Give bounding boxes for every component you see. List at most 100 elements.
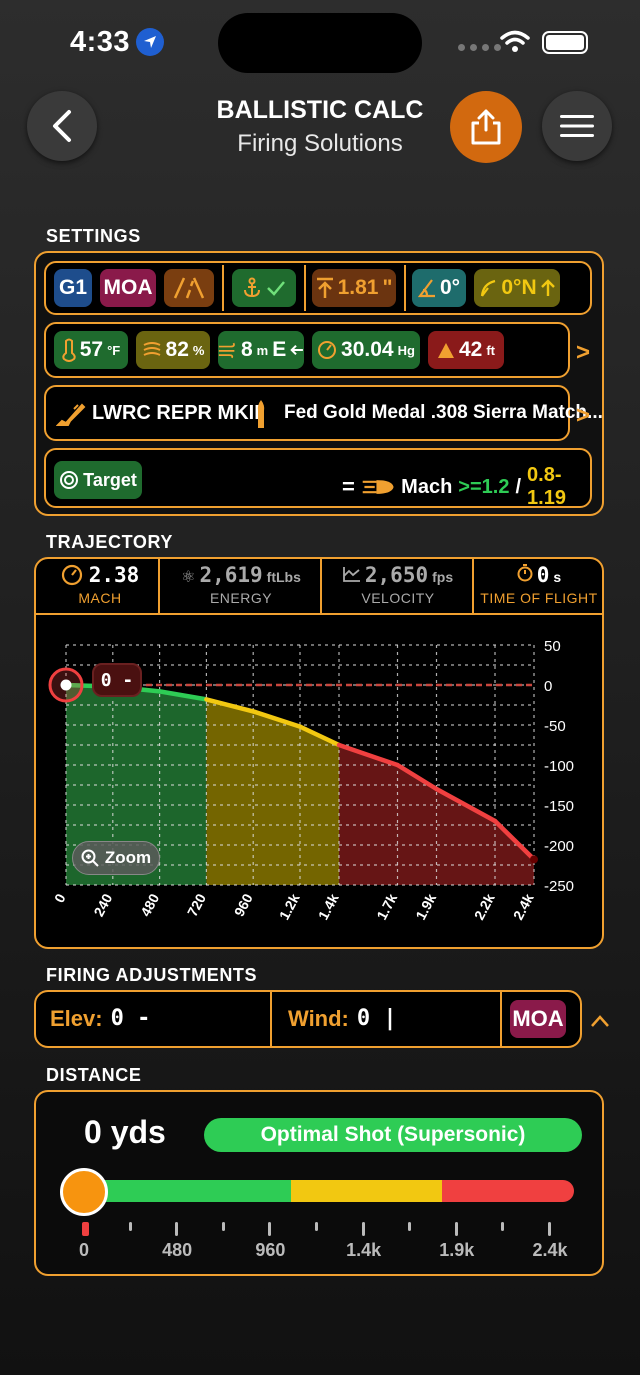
chevron-left-icon [53,110,71,142]
zero-marker-label: 0 - [92,663,142,697]
distance-label: DISTANCE [46,1065,142,1085]
speedometer-icon [61,564,82,586]
distance-slider-track[interactable] [86,1180,574,1202]
wifi-icon [500,30,530,59]
altitude-chip[interactable]: 42 ft [428,331,504,369]
humidity-unit: % [192,342,205,358]
y-tick-label: -100 [544,758,574,775]
settings-row-target: Target = Mach >=1.2 / 0.8-1.19 [44,448,592,509]
menu-button[interactable] [542,91,612,161]
x-tick-label: 1.4k [315,891,342,923]
shot-status-label: Optimal Shot (Supersonic) [260,1123,526,1146]
direction-chip[interactable]: 0°N [474,269,560,307]
distance-tick [128,1222,132,1231]
target-label: Target [83,469,137,490]
humidity-icon [143,342,160,356]
temperature-value: 57 [79,338,104,361]
mountain-icon [437,343,454,358]
distance-tick [408,1222,412,1231]
mach-separator: / [515,475,522,498]
x-tick-label: 2.2k [471,891,498,923]
elevation-field[interactable]: Elev: 0 - [50,1006,150,1032]
checkmark-icon [267,281,285,296]
y-tick-label: 0 [544,678,552,695]
chevron-right-icon[interactable]: > [576,402,590,430]
humidity-chip[interactable]: 82% [136,331,210,369]
unit-value: MOA [103,276,153,299]
wind-icon [218,342,235,359]
target-button[interactable]: Target [54,461,142,499]
x-tick-label: 960 [231,891,256,919]
zoom-button[interactable]: Zoom [72,841,160,875]
arrow-up-icon [540,279,555,296]
velocity-stat-label: VELOCITY [361,590,435,606]
zero-check-chip[interactable] [232,269,296,307]
y-tick-label: 50 [544,638,561,655]
wind-chip[interactable]: 8mE [218,331,304,369]
trajectory-type-chip[interactable] [164,269,214,307]
temperature-chip[interactable]: 57 °F [54,331,128,369]
x-tick-label: 720 [184,891,209,919]
velocity-chart-icon [342,567,360,582]
unit-chip[interactable]: MOA [100,269,156,307]
distance-panel: 0 yds Optimal Shot (Supersonic) 0 480 960 1… [34,1090,604,1276]
gauge-icon [318,341,337,359]
zoom-label: Zoom [104,848,152,867]
target-icon [60,471,79,489]
settings-row-equipment[interactable]: LWRC REPR MKII Fed Gold Medal .308 Sierr… [44,385,603,441]
signal-icon [458,44,501,51]
distance-tick [82,1222,89,1236]
y-tick-label: -250 [544,878,574,895]
windage-label: Wind: [288,1006,349,1031]
x-tick-label: 1.7k [373,891,400,923]
zero-height-chip[interactable]: 1.81 " [312,269,396,307]
cant-value: 0° [439,276,461,299]
settings-panel: G1 MOA 1.81 " 0° 0°N 57 °F 82 % 8 m E 30… [34,251,604,516]
windage-field[interactable]: Wind: 0 | [288,1006,397,1032]
x-tick-label: 2.4k [510,891,537,923]
firing-adjustments-panel: Elev: 0 - Wind: 0 | MOA [34,990,582,1048]
distance-tick [361,1222,365,1236]
mach-stat: 2.38 MACH [42,563,158,606]
zoom-icon [81,849,99,867]
drag-model-chip[interactable]: G1 [54,269,92,307]
mach-label: Mach [401,475,453,498]
chevron-right-icon[interactable]: > [576,339,590,367]
mach-stat-label: MACH [78,590,122,606]
altitude-value: 42 [458,338,483,361]
trajectory-panel: 2.38 MACH ⚛ 2,619 ftLbs ENERGY 2,650 fps… [34,557,604,949]
distance-tick [268,1222,272,1236]
back-button[interactable] [27,91,97,161]
mach-value: 2.38 [88,563,140,587]
distance-tick-label: 960 [255,1240,286,1260]
y-tick-label: -150 [544,798,574,815]
distance-tick [315,1222,318,1231]
elevation-value: 0 - [110,1006,151,1031]
tof-stat-label: TIME OF FLIGHT [480,590,598,606]
share-button[interactable] [450,91,522,163]
page-subtitle: Firing Solutions [237,130,403,157]
shot-status-badge: Optimal Shot (Supersonic) [204,1118,582,1152]
zero-marker-value: 0 - [100,669,134,691]
wind-unit: m [256,342,269,358]
chevron-up-icon[interactable] [590,1014,610,1028]
rifle-icon [56,403,86,426]
wind-value: 8 [240,338,253,361]
x-tick-label: 480 [137,891,162,919]
velocity-stat: 2,650 fps VELOCITY [324,563,472,606]
energy-stat: ⚛ 2,619 ftLbs ENERGY [162,563,320,606]
dynamic-island [218,13,422,73]
mach-supersonic-range: >=1.2 [458,475,510,498]
elevation-label: Elev: [50,1006,103,1031]
atom-icon: ⚛ [181,569,196,586]
adjustment-unit-button[interactable]: MOA [510,1000,566,1038]
direction-value: 0°N [501,276,537,299]
distance-slider-thumb[interactable] [60,1168,108,1216]
energy-unit: ftLbs [266,569,301,585]
x-tick-label: 240 [90,891,115,919]
pressure-chip[interactable]: 30.04 Hg [312,331,420,369]
distance-tick [454,1222,458,1236]
cant-chip[interactable]: 0° [412,269,466,307]
distance-value: 0 yds [84,1114,166,1150]
x-tick-label: 0 [51,891,69,906]
